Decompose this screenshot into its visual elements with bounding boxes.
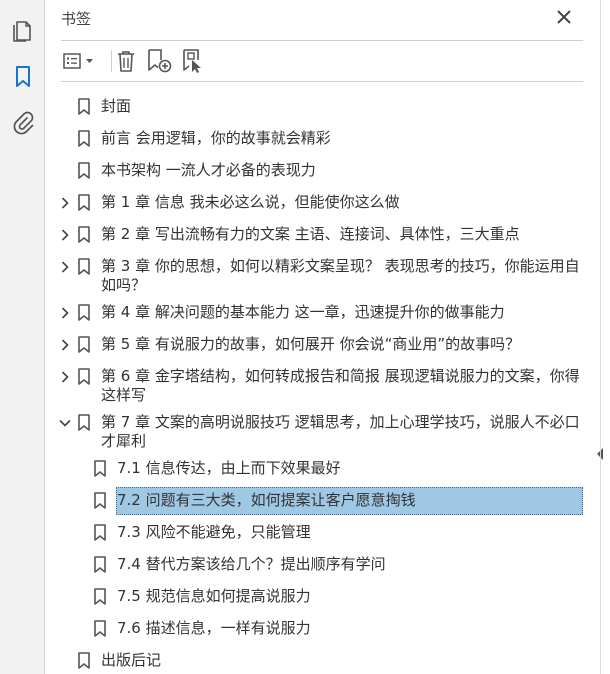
bookmark-from-selection-icon[interactable] (179, 47, 207, 75)
panel-title: 书签 (61, 10, 92, 28)
navigation-rail (0, 0, 45, 674)
bookmark-icon (77, 162, 91, 180)
bookmark-icon (77, 414, 91, 432)
bookmark-icon (77, 336, 91, 354)
bookmark-icon (77, 226, 91, 244)
bookmark-icon (93, 524, 107, 542)
bookmark-icon (77, 304, 91, 322)
bookmark-label: 7.2 问题有三大类，如何提案让客户愿意掏钱 (117, 491, 416, 509)
bookmark-label: 7.1 信息传达，由上而下效果最好 (117, 459, 341, 477)
chevron-right-icon[interactable] (58, 370, 72, 384)
bookmark-icon (77, 368, 91, 386)
close-icon[interactable] (553, 6, 575, 28)
bookmark-icon (93, 620, 107, 638)
bookmarks-panel: 书签 封面 前言 会用逻辑，你的故事就会精彩 本书架构 一流人才必备的表现力 第… (45, 0, 603, 674)
bookmark-icon (93, 556, 107, 574)
pages-icon[interactable] (10, 18, 36, 44)
toolbar-separator (111, 50, 112, 72)
delete-bookmark-icon[interactable] (113, 47, 139, 75)
chevron-down-icon[interactable] (58, 416, 72, 430)
bookmark-label: 第 5 章 有说服力的故事，如何展开 你会说“商业用”的故事吗？ (101, 335, 521, 353)
chevron-right-icon[interactable] (58, 306, 72, 320)
options-menu-icon[interactable] (61, 47, 99, 75)
bookmark-label: 第 2 章 写出流畅有力的文案 主语、连接词、具体性，三大重点 (101, 225, 520, 243)
bookmark-icon (77, 194, 91, 212)
bookmark-label: 本书架构 一流人才必备的表现力 (101, 161, 316, 179)
bookmark-label: 封面 (101, 97, 132, 115)
bookmark-label: 前言 会用逻辑，你的故事就会精彩 (101, 129, 331, 147)
bookmarks-icon[interactable] (10, 64, 36, 90)
bookmark-icon (93, 492, 107, 510)
bookmark-icon (77, 258, 91, 276)
bookmark-label: 7.5 规范信息如何提高说服力 (117, 587, 311, 605)
bookmark-icon (77, 98, 91, 116)
bookmark-label: 第 7 章 文案的高明说服技巧 逻辑思考，加上心理学技巧，说服人不必口才犀利 (101, 413, 580, 450)
panel-divider (600, 0, 601, 674)
bookmark-label: 第 3 章 你的思想，如何以精彩文案呈现？ 表现思考的技巧，你能运用自如吗？ (101, 257, 580, 294)
bookmark-label: 7.4 替代方案该给几个？提出顺序有学问 (117, 555, 386, 573)
chevron-right-icon[interactable] (58, 228, 72, 242)
chevron-right-icon[interactable] (58, 196, 72, 210)
new-bookmark-icon[interactable] (145, 47, 173, 75)
panel-header: 书签 (45, 0, 600, 36)
bookmark-label: 出版后记 (101, 651, 162, 669)
bookmark-label: 第 4 章 解决问题的基本能力 这一章，迅速提升你的做事能力 (101, 303, 505, 321)
bookmark-label: 第 1 章 信息 我未必这么说，但能使你这么做 (101, 193, 400, 211)
bookmark-label: 第 6 章 金字塔结构，如何转成报告和简报 展现逻辑说服力的文案，你得这样写 (101, 367, 580, 404)
bookmark-icon (77, 652, 91, 670)
bookmark-icon (93, 588, 107, 606)
chevron-right-icon[interactable] (58, 338, 72, 352)
attachments-icon[interactable] (10, 110, 36, 136)
bookmarks-toolbar (61, 40, 583, 82)
bookmark-icon (93, 460, 107, 478)
bookmark-label: 7.6 描述信息，一样有说服力 (117, 619, 311, 637)
chevron-right-icon[interactable] (58, 260, 72, 274)
bookmark-icon (77, 130, 91, 148)
bookmark-label: 7.3 风险不能避免，只能管理 (117, 523, 311, 541)
